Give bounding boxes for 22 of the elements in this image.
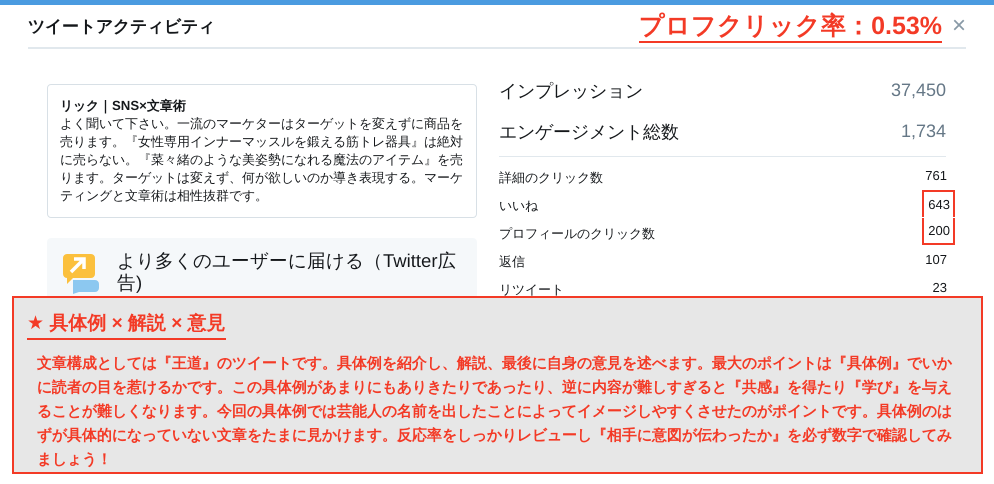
metric-label: エンゲージメント総数 (499, 120, 679, 144)
tweet-text: よく聞いて下さい。一流のマーケターはターゲットを変えずに商品を売ります。『女性専用インナーマッスルを鍛える筋トレ器具』は絶対に売らない。『菜々緒のような美姿勢になれる魔法のアイテム』を売ります。ターゲットは変えず、何が欲しいのか導き表現する。マーケティングと文章術は相性抜群です。 (60, 115, 464, 205)
metric-label: 返信 (499, 253, 525, 271)
metric-value: 761 (925, 168, 948, 182)
metric-value: 23 (932, 280, 948, 294)
promo-title: より多くのユーザーに届ける（Twitter広告) (117, 250, 458, 294)
annotation-text: プロフクリック率：0.53% (639, 13, 942, 43)
metric-value: 643 (922, 190, 955, 216)
metric-label: 詳細のクリック数 (499, 169, 603, 187)
close-button[interactable]: × (942, 12, 966, 40)
metric-label: リツイート (499, 281, 564, 299)
dialog-title: ツイートアクティビティ (28, 16, 216, 38)
metric-label: インプレッション (499, 80, 643, 102)
note-heading: ★ 具体例 × 解説 × 意見 (27, 310, 226, 340)
metric-label: プロフィールのクリック数 (499, 225, 655, 243)
tweet-author: リック｜SNS×文章術 (60, 97, 187, 115)
metric-value: 1,734 (900, 121, 946, 142)
note-text: 文章構成としては『王道』のツイートです。具体例を紹介し、解説、最後に自身の意見を述べます。最大のポイントは『具体例』でいかに読者の目を惹けるかです。この具体例があまりにもありきたりであったり、逆に内容が難しすぎると『共感』を得たり『学び』を与えることが難しくなります。今回の具体例では芸能人の名前を出したことによってイメージしやすくさせたのがポイントです。具体例のはずが具体的になっていない文章をたまに見かけます。反応率をしっかりレビューし『相手に意図が伝わったか』を必ず数字で確認してみましょう！ (37, 354, 953, 470)
metric-label: いいね (499, 197, 538, 215)
metric-value: 200 (922, 218, 955, 244)
metric-value: 37,450 (890, 80, 946, 101)
metric-value: 107 (925, 252, 948, 266)
